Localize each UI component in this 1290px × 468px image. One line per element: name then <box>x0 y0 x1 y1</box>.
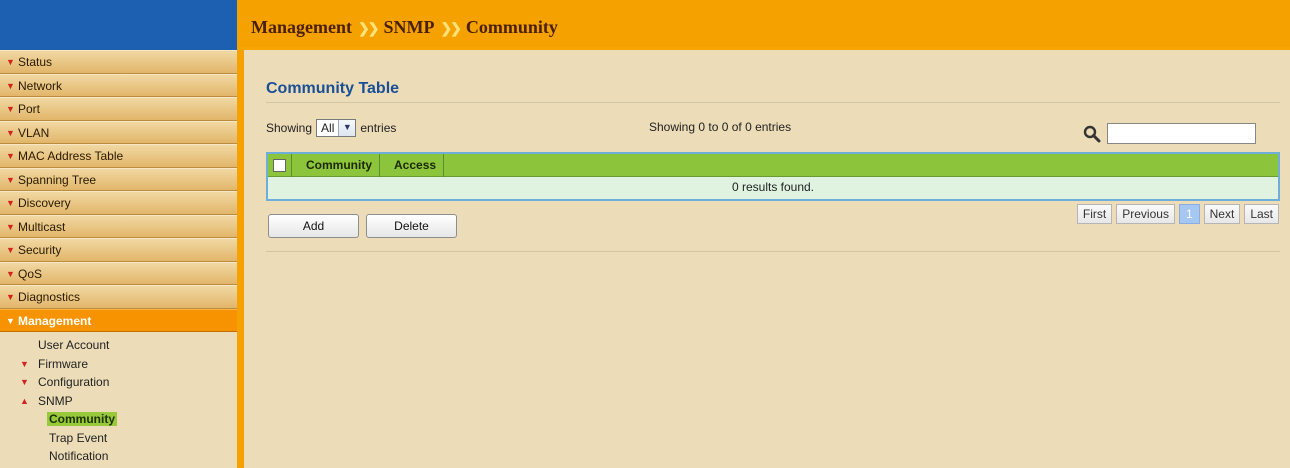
pager-current-page[interactable]: 1 <box>1178 204 1200 224</box>
sidebar-subitem-user-account[interactable]: User Account <box>0 336 237 355</box>
app-root: Management ❯❯ SNMP ❯❯ Community ▼ Status ▼ Net… <box>0 0 1290 468</box>
divider <box>266 102 1280 103</box>
entries-label: entries <box>360 121 397 135</box>
sidebar: ▼ Status ▼ Network ▼ Port ▼ VLAN ▼ MAC Addres… <box>0 50 237 468</box>
chevron-down-icon: ▼ <box>6 292 15 302</box>
sidebar-subitem-label: Notification <box>49 449 109 463</box>
pager-next-button[interactable]: Next <box>1203 204 1241 224</box>
sidebar-item-label: VLAN <box>18 125 50 140</box>
snmp-submenu: Community Trap Event Notification <box>0 410 237 466</box>
search-input[interactable] <box>1107 123 1256 144</box>
breadcrumb: Management ❯❯ SNMP ❯❯ Community <box>251 17 558 38</box>
sidebar-item-label: Discovery <box>18 196 71 210</box>
page-title: Community Table <box>266 80 400 97</box>
sidebar-subitem-label: Firmware <box>38 356 88 371</box>
chevron-down-icon: ▼ <box>6 104 15 114</box>
page-size-value: All <box>321 121 335 135</box>
breadcrumb-separator-icon: ❯❯ <box>357 22 380 37</box>
add-button[interactable]: Add <box>268 214 359 238</box>
sidebar-subitem-firmware[interactable]: ▼ Firmware <box>0 355 237 374</box>
chevron-down-icon: ▼ <box>6 80 15 91</box>
select-all-checkbox[interactable] <box>273 158 286 172</box>
chevron-down-icon: ▼ <box>20 358 29 369</box>
sidebar-divider <box>237 50 244 468</box>
chevron-down-icon: ▼ <box>6 151 15 161</box>
chevron-down-icon: ▼ <box>6 198 15 208</box>
column-header-access[interactable]: Access <box>380 153 445 177</box>
logo-area <box>0 0 237 50</box>
chevron-up-icon: ▲ <box>20 395 29 406</box>
sidebar-item-label: MAC Address Table <box>18 149 124 163</box>
sidebar-subitem-label: Configuration <box>38 375 110 389</box>
sidebar-subitem-label: Community <box>47 412 117 426</box>
sidebar-item-status[interactable]: ▼ Status <box>0 50 237 74</box>
chevron-down-icon: ▼ <box>6 268 15 279</box>
sidebar-item-label: Diagnostics <box>18 290 81 304</box>
sidebar-item-network[interactable]: ▼ Network <box>0 73 237 97</box>
sidebar-item-mac-address-table[interactable]: ▼ MAC Address Table <box>0 144 237 168</box>
search-icon <box>1083 125 1101 142</box>
sidebar-item-label: Network <box>18 78 63 93</box>
sidebar-item-vlan[interactable]: ▼ VLAN <box>0 120 237 144</box>
management-submenu: User Account ▼ Firmware ▼ Configuration ▲ S… <box>0 332 237 466</box>
pager-last-button[interactable]: Last <box>1244 204 1279 224</box>
breadcrumb-item-management[interactable]: Management <box>251 17 352 37</box>
pager-first-button[interactable]: First <box>1076 204 1113 224</box>
sidebar-subitem-label: SNMP <box>38 393 73 408</box>
sidebar-subitem-snmp[interactable]: ▲ SNMP <box>0 392 237 411</box>
sidebar-item-qos[interactable]: ▼ QoS <box>0 261 237 285</box>
page-size-control: Showing All ▼ entries <box>266 119 396 137</box>
chevron-down-icon: ▼ <box>338 120 356 136</box>
sidebar-item-diagnostics[interactable]: ▼ Diagnostics <box>0 285 237 309</box>
chevron-down-icon: ▼ <box>6 57 15 67</box>
sidebar-subitem-community[interactable]: Community <box>0 410 237 429</box>
sidebar-subitem-configuration[interactable]: ▼ Configuration <box>0 373 237 392</box>
chevron-down-icon: ▼ <box>6 174 15 185</box>
sidebar-item-label: Spanning Tree <box>18 172 97 187</box>
breadcrumb-item-community: Community <box>465 17 558 37</box>
showing-info: Showing 0 to 0 of 0 entries <box>649 120 792 134</box>
breadcrumb-separator-icon: ❯❯ <box>440 22 462 37</box>
sidebar-item-security[interactable]: ▼ Security <box>0 238 237 262</box>
table-header: Community Access <box>268 153 1278 177</box>
empty-message: 0 results found. <box>268 177 1278 199</box>
sidebar-item-label: Security <box>18 243 62 257</box>
sidebar-item-spanning-tree[interactable]: ▼ Spanning Tree <box>0 167 237 191</box>
community-table: Community Access 0 results found. <box>266 152 1280 201</box>
sidebar-item-discovery[interactable]: ▼ Discovery <box>0 191 237 215</box>
sidebar-subitem-label: Trap Event <box>49 430 108 445</box>
breadcrumb-item-snmp[interactable]: SNMP <box>383 17 434 37</box>
main-content: Community Table Showing All ▼ entries Sh… <box>244 53 1290 468</box>
header: Management ❯❯ SNMP ❯❯ Community <box>237 0 1290 50</box>
sidebar-item-multicast[interactable]: ▼ Multicast <box>0 214 237 238</box>
page-size-select[interactable]: All ▼ <box>316 119 357 137</box>
sidebar-item-label: QoS <box>18 266 43 281</box>
sidebar-item-label: Multicast <box>18 219 66 234</box>
showing-label: Showing <box>266 121 313 135</box>
chevron-down-icon: ▼ <box>20 377 29 387</box>
sidebar-subitem-notification[interactable]: Notification <box>0 447 237 466</box>
sidebar-subitem-trap-event[interactable]: Trap Event <box>0 429 237 448</box>
pagination: First Previous 1 Next Last <box>1076 204 1279 224</box>
sidebar-item-label: Management <box>18 313 92 328</box>
sidebar-subitem-label: User Account <box>38 338 110 352</box>
column-header-community[interactable]: Community <box>292 153 380 177</box>
chevron-down-icon: ▼ <box>6 221 15 232</box>
sidebar-item-label: Port <box>18 102 41 116</box>
search-box <box>1083 123 1256 144</box>
sidebar-item-label: Status <box>18 55 53 69</box>
chevron-down-icon: ▼ <box>6 315 15 326</box>
chevron-down-icon: ▼ <box>6 245 15 255</box>
sidebar-item-port[interactable]: ▼ Port <box>0 97 237 121</box>
delete-button[interactable]: Delete <box>366 214 457 238</box>
sidebar-item-management[interactable]: ▼ Management <box>0 308 237 332</box>
select-all-cell <box>268 153 292 177</box>
pager-previous-button[interactable]: Previous <box>1116 204 1175 224</box>
divider <box>266 251 1280 252</box>
chevron-down-icon: ▼ <box>6 127 15 138</box>
